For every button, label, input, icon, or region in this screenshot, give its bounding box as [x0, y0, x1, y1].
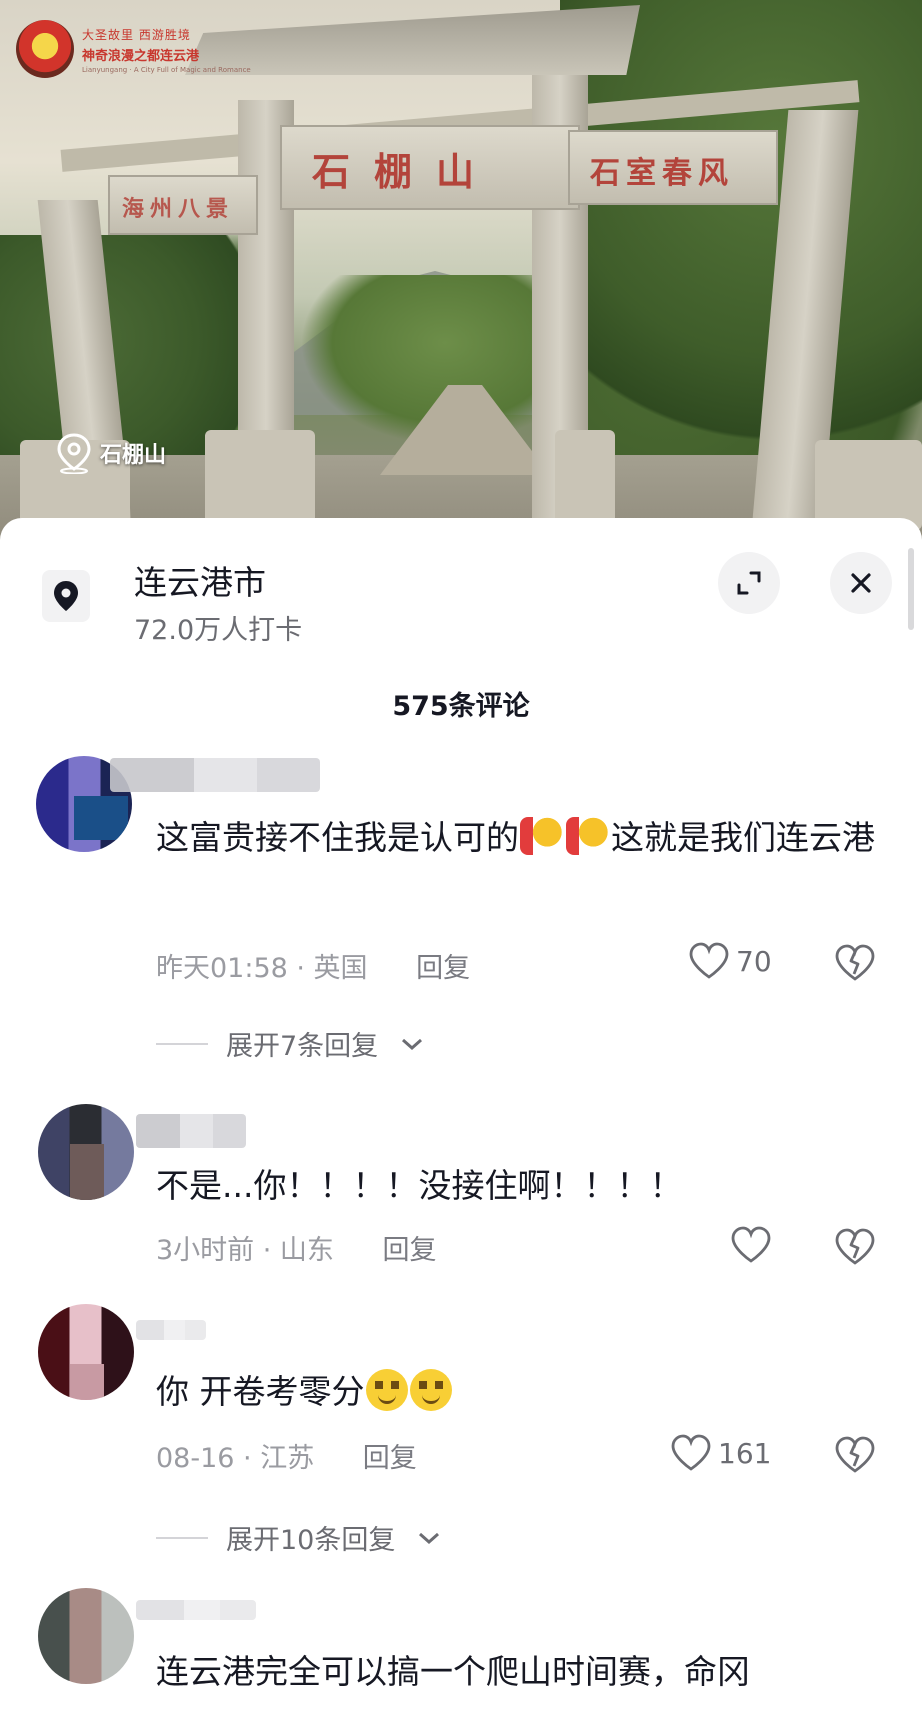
comment-meta: 昨天01:58 · 英国 回复	[156, 946, 470, 985]
username-blurred[interactable]	[136, 1320, 206, 1340]
logo-title: 神奇浪漫之都连云港	[82, 49, 200, 64]
video-player[interactable]: 石棚山 海州八景 石室春风 大圣故里 西游胜境 神奇浪漫之都连云港 Lianyu…	[0, 0, 922, 540]
reply-button[interactable]: 回复	[363, 1443, 417, 1474]
comment-meta: 08-16 · 江苏 回复	[156, 1436, 417, 1475]
like-count: 161	[718, 1436, 772, 1470]
heart-icon	[671, 1434, 711, 1471]
pillar-base	[555, 430, 615, 530]
pillar-base	[815, 440, 922, 530]
heart-icon	[731, 1226, 771, 1263]
expand-replies-label: 展开7条回复	[226, 1031, 379, 1062]
thumbs-up-emoji-icon	[520, 817, 564, 855]
chevron-down-icon	[402, 1038, 423, 1050]
broken-heart-icon[interactable]	[834, 944, 876, 982]
close-icon	[851, 573, 871, 593]
comment-text-part: 这就是我们连云港	[611, 818, 875, 857]
location-header[interactable]: 连云港市 72.0万人打卡	[0, 518, 922, 646]
expand-icon	[737, 571, 761, 595]
expand-replies-label: 展开10条回复	[226, 1525, 396, 1556]
gate-plaque-main-text: 石棚山	[312, 149, 499, 194]
like-button[interactable]: 70	[688, 942, 772, 980]
comment-time-location: 08-16 · 江苏	[156, 1443, 315, 1474]
like-button[interactable]	[730, 1226, 772, 1264]
location-pin-icon	[54, 581, 78, 611]
reply-button[interactable]: 回复	[383, 1235, 437, 1266]
username-blurred[interactable]	[136, 1114, 246, 1148]
chevron-down-icon	[419, 1532, 440, 1544]
logo-subtitle: Lianyungang · A City Full of Magic and R…	[82, 66, 251, 74]
location-icon-box	[42, 570, 90, 622]
checkin-count: 72.0万人打卡	[134, 615, 303, 646]
smiling-emoji-icon	[365, 1369, 408, 1411]
comment-time-location: 3小时前 · 山东	[156, 1235, 334, 1266]
comment-text: 你 开卷考零分	[156, 1358, 453, 1426]
gate-plaque-right-text: 石室春风	[590, 156, 734, 191]
comment-text-part: 你 开卷考零分	[156, 1372, 365, 1411]
city-name: 连云港市	[134, 563, 266, 602]
watermark-logo: 大圣故里 西游胜境 神奇浪漫之都连云港 Lianyungang · A City…	[16, 20, 251, 78]
comment-text: 不是...你！！！！没接住啊！！！！	[156, 1166, 683, 1205]
username-blurred[interactable]	[136, 1600, 256, 1620]
video-location-tag[interactable]: 石棚山	[54, 432, 166, 474]
close-button[interactable]	[830, 552, 892, 614]
reply-button[interactable]: 回复	[416, 953, 470, 984]
monkey-king-logo-icon	[16, 20, 74, 78]
comment-text-part: 这富贵接不住我是认可的	[156, 818, 519, 857]
logo-slogan: 大圣故里 西游胜境	[82, 28, 191, 42]
gate-plaque-left-text: 海州八景	[122, 196, 235, 222]
comment-count-title: 575条评论	[392, 691, 530, 722]
scrollbar[interactable]	[908, 548, 914, 630]
like-count: 70	[736, 944, 772, 978]
avatar[interactable]	[38, 1104, 134, 1200]
expand-button[interactable]	[718, 552, 780, 614]
gate-plaque-left: 海州八景	[108, 175, 258, 235]
gate-plaque-main: 石棚山	[280, 125, 580, 210]
username-blurred[interactable]	[110, 758, 320, 792]
broken-heart-icon[interactable]	[834, 1228, 876, 1266]
gate-plaque-right: 石室春风	[568, 130, 778, 205]
expand-replies-button[interactable]: 展开10条回复	[156, 1518, 441, 1557]
divider-line	[156, 1536, 208, 1539]
comment-meta: 3小时前 · 山东 回复	[156, 1228, 437, 1267]
like-button[interactable]: 161	[670, 1434, 771, 1472]
heart-icon	[689, 942, 729, 979]
smiling-emoji-icon	[409, 1369, 452, 1411]
video-location-label: 石棚山	[100, 443, 167, 468]
expand-replies-button[interactable]: 展开7条回复	[156, 1024, 424, 1063]
divider-line	[156, 1042, 208, 1045]
gate-roof	[185, 5, 640, 75]
location-pin-icon	[57, 433, 91, 474]
comment-text: 连云港完全可以搞一个爬山时间赛，命冈	[156, 1652, 750, 1691]
broken-heart-icon[interactable]	[834, 1436, 876, 1474]
comment-text: 这富贵接不住我是认可的 这就是我们连云港	[156, 804, 876, 872]
thumbs-up-emoji-icon	[566, 817, 610, 855]
avatar[interactable]	[38, 1304, 134, 1400]
comment-time-location: 昨天01:58 · 英国	[156, 953, 368, 984]
avatar[interactable]	[38, 1588, 134, 1684]
pillar-base	[205, 430, 315, 530]
